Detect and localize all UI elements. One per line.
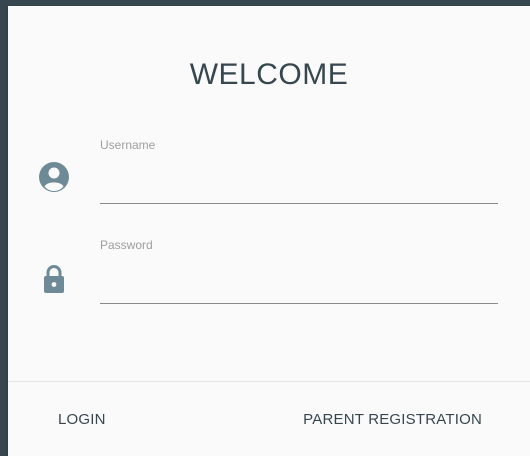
password-row: Password <box>8 234 530 314</box>
parent-registration-button[interactable]: PARENT REGISTRATION <box>295 402 490 438</box>
login-button[interactable]: LOGIN <box>50 402 114 438</box>
account-circle-icon <box>37 160 71 194</box>
username-label: Username <box>100 138 156 152</box>
username-row: Username <box>8 134 530 214</box>
actions-divider <box>8 381 530 382</box>
password-label: Password <box>100 238 153 252</box>
password-input[interactable] <box>100 260 498 304</box>
lock-icon <box>37 262 71 296</box>
page-title: WELCOME <box>189 58 349 91</box>
login-card: WELCOME Username Password LOGIN PARENT R… <box>8 6 530 456</box>
username-input[interactable] <box>100 160 498 204</box>
